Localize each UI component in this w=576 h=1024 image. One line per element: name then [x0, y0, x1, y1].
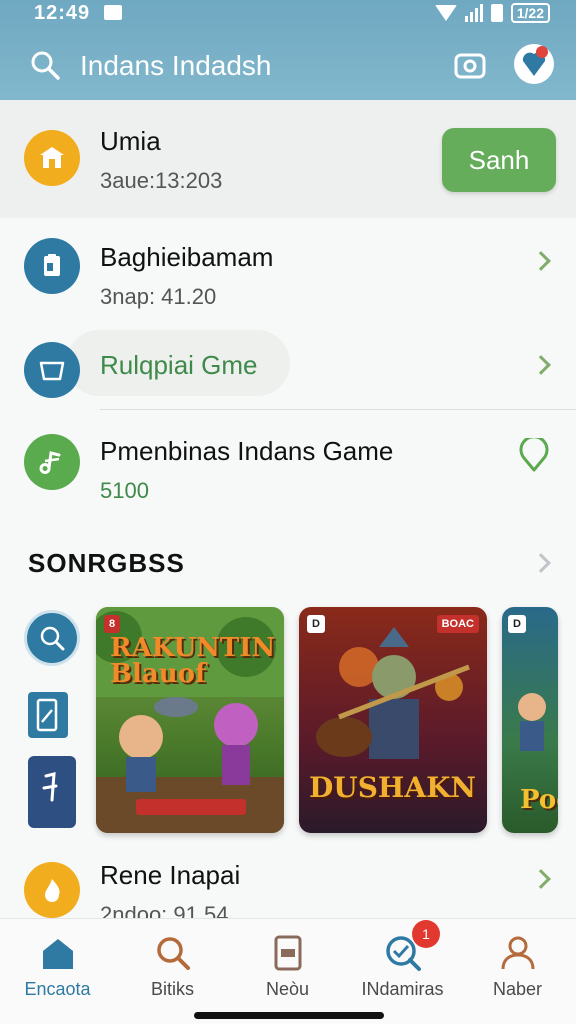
row-subtitle: 3nap: 41.20	[100, 284, 217, 309]
wifi-icon	[434, 5, 457, 21]
chevron-right-icon[interactable]	[531, 553, 551, 573]
nav-label: Neòu	[265, 979, 310, 999]
status-bar: 12:49 1/22	[0, 0, 576, 28]
nav-item-home[interactable]: Encaota	[0, 919, 115, 1009]
folder-icon	[24, 342, 80, 398]
row-title[interactable]: Baghieibamam	[100, 242, 273, 273]
start-button[interactable]: Sanh	[442, 128, 556, 192]
search-icon	[157, 937, 190, 970]
status-time: 12:49	[34, 2, 91, 24]
nav-item-search[interactable]: Bitiks	[115, 919, 230, 1009]
person-icon	[501, 936, 535, 970]
game-badge: BOAC	[436, 615, 479, 633]
row-title[interactable]: Rulqpiai Gme	[100, 350, 258, 381]
nav-item-profile[interactable]: Naber	[460, 919, 575, 1009]
camera-icon[interactable]	[454, 50, 486, 80]
search-input[interactable]: Indans Indadsh	[80, 50, 272, 82]
row-subtitle: 3aue:13:203	[100, 168, 223, 193]
battery-icon	[490, 4, 503, 22]
app-header: 12:49 1/22 Indans Indadsh	[0, 0, 576, 100]
bottom-nav: Encaota Bitiks Neòu INdamiras Naber	[0, 918, 576, 1024]
game-badge: D	[307, 615, 325, 633]
row-title[interactable]: Pmenbinas Indans Game	[100, 436, 393, 467]
chevron-right-icon[interactable]	[531, 869, 551, 889]
heart-location-icon	[522, 52, 546, 76]
fire-icon	[24, 862, 80, 918]
home-icon	[43, 939, 73, 969]
avatar[interactable]	[514, 44, 554, 84]
mobile-icon[interactable]	[28, 692, 68, 738]
section-title: SONRGBSS	[28, 548, 185, 578]
chevron-right-icon[interactable]	[531, 251, 551, 271]
divider	[100, 409, 576, 410]
nav-label: Bitiks	[150, 979, 194, 999]
game-banner	[136, 799, 246, 815]
search-icon[interactable]	[30, 50, 60, 80]
location-pin-icon[interactable]	[516, 438, 552, 474]
nav-item-news[interactable]: Neòu	[230, 919, 345, 1009]
search-bar[interactable]: Indans Indadsh	[18, 36, 558, 94]
notification-icon	[104, 5, 122, 20]
chevron-right-icon[interactable]	[531, 355, 551, 375]
document-icon	[274, 935, 302, 971]
store-icon	[24, 130, 80, 186]
row-title[interactable]: Rene Inapai	[100, 860, 240, 891]
nav-label: Naber	[492, 979, 543, 999]
game-title: Poe	[520, 785, 558, 815]
game-badge: D	[508, 615, 526, 633]
battery-label: 1/22	[510, 3, 550, 23]
row-title: Umia	[100, 126, 161, 156]
nav-label: Encaota	[24, 979, 91, 999]
signal-icon	[464, 4, 483, 22]
game-title: RAKUNTIN Blauof	[110, 633, 276, 689]
notification-dot	[536, 46, 548, 58]
search-game-icon[interactable]	[24, 610, 80, 666]
row-subtitle: 5100	[100, 478, 149, 503]
game-badge: 8	[104, 615, 121, 633]
game-title: DUSHAKN	[309, 771, 477, 804]
book-icon[interactable]	[28, 756, 76, 828]
game-card[interactable]: 8 RAKUNTIN Blauof	[96, 607, 284, 833]
game-card[interactable]: D Poe	[502, 607, 558, 833]
game-card[interactable]: D BOAC DUSHAKN	[299, 607, 487, 833]
music-note-icon	[24, 434, 80, 490]
notification-badge: 1	[412, 920, 440, 948]
home-indicator[interactable]	[194, 1012, 384, 1019]
nav-item-discover[interactable]: INdamiras	[345, 919, 460, 1009]
nav-label: INdamiras	[361, 979, 444, 999]
clipboard-icon	[24, 238, 80, 294]
